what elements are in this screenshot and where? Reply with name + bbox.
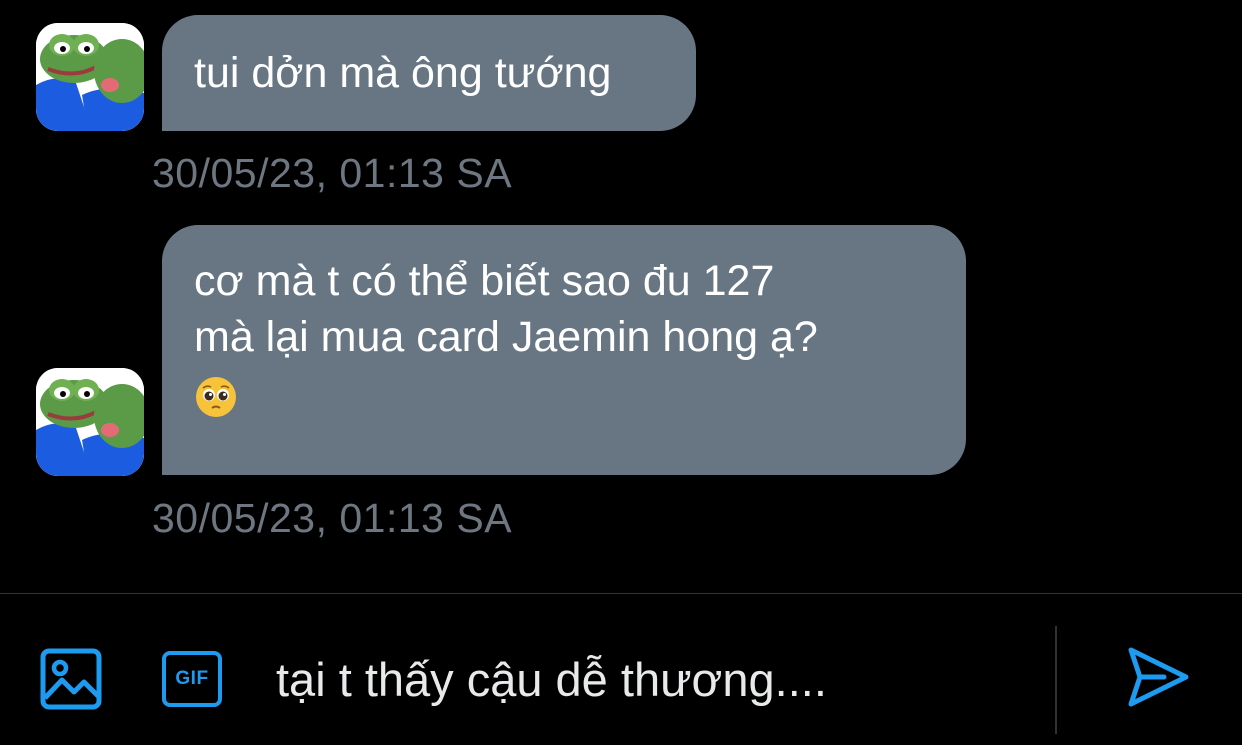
dm-conversation-screen: tui dởn mà ông tướng 30/05/23, 01:13 SA … [0, 0, 1242, 745]
send-icon [1128, 647, 1189, 707]
pleading-face-emoji [196, 377, 236, 417]
message-bubble[interactable]: cơ mà t có thể biết sao đu 127 mà lại mu… [162, 225, 966, 475]
message-timestamp: 30/05/23, 01:13 SA [152, 150, 513, 196]
frog-avatar-icon[interactable] [36, 368, 144, 476]
add-gif-button[interactable]: GIF [158, 648, 226, 710]
message-text-line-1: cơ mà t có thể biết sao đu 127 [194, 257, 775, 305]
send-button[interactable] [1124, 644, 1192, 710]
message-composer: GIF tại t thấy cậu dễ thương.... [0, 594, 1242, 745]
composer-vertical-divider [1055, 626, 1057, 734]
gif-icon: GIF [162, 651, 222, 707]
message-text: tui dởn mà ông tướng [194, 49, 612, 97]
frog-avatar-icon[interactable] [36, 23, 144, 131]
message-bubble[interactable]: tui dởn mà ông tướng [162, 15, 696, 131]
add-photo-button[interactable] [38, 646, 104, 712]
message-text-line-2: mà lại mua card Jaemin hong ạ? [194, 313, 818, 361]
message-input[interactable]: tại t thấy cậu dễ thương.... [276, 650, 1036, 710]
image-icon [40, 648, 102, 710]
message-timestamp: 30/05/23, 01:13 SA [152, 495, 513, 541]
